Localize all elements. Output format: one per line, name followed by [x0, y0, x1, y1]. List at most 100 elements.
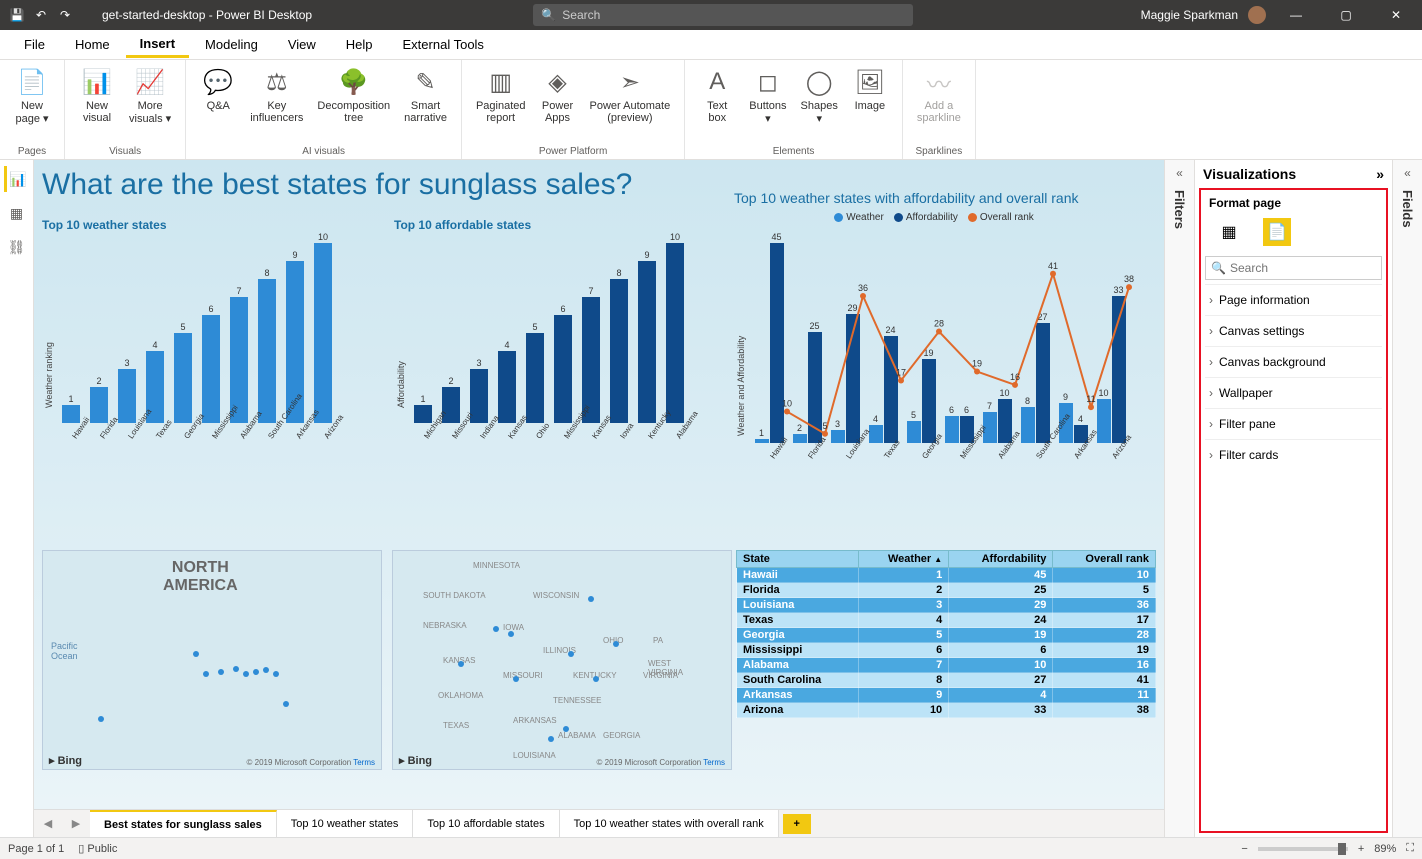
ribbon-icon: ◈	[542, 66, 574, 98]
page-next[interactable]: ▶	[62, 817, 90, 830]
map-north-america[interactable]: NORTH AMERICA Pacific Ocean ▸ Bing © 201…	[42, 550, 382, 770]
report-canvas[interactable]: What are the best states for sunglass sa…	[34, 160, 1164, 809]
bing-logo-2: ▸ Bing	[399, 754, 432, 767]
bar-col: 5Georgia	[172, 322, 194, 436]
sensitivity-label[interactable]: ▯ Public	[78, 842, 117, 855]
page-tab-strip: ◀ ▶ Best states for sunglass salesTop 10…	[34, 809, 1164, 837]
page-tab[interactable]: Top 10 affordable states	[413, 810, 559, 837]
page-format-icon[interactable]: 📄	[1263, 218, 1291, 246]
user-name[interactable]: Maggie Sparkman	[1141, 8, 1238, 22]
ribbon-text[interactable]: AText box	[693, 64, 741, 126]
table-row[interactable]: Georgia51928	[737, 628, 1156, 643]
format-section-canvas-background[interactable]: › Canvas background	[1205, 346, 1382, 377]
bar-col: 9Kentucky	[636, 250, 658, 436]
report-format-icon[interactable]: ▦	[1215, 218, 1243, 246]
expand-fields-icon[interactable]: «	[1404, 166, 1411, 180]
ribbon-icon: ◻	[752, 66, 784, 98]
chart-combo[interactable]: Weather and Affordability 10536172819164…	[734, 236, 1164, 456]
menu-insert[interactable]: Insert	[126, 32, 189, 58]
format-section-canvas-settings[interactable]: › Canvas settings	[1205, 315, 1382, 346]
ribbon-shapes[interactable]: ◯Shapes ▾	[795, 64, 844, 127]
maximize-button[interactable]: ▢	[1326, 0, 1366, 30]
zoom-in[interactable]: +	[1358, 843, 1364, 855]
table-row[interactable]: Alabama71016	[737, 658, 1156, 673]
zoom-level[interactable]: 89%	[1374, 843, 1396, 855]
page-tab[interactable]: Top 10 weather states with overall rank	[560, 810, 779, 837]
state-table[interactable]: StateWeather ▲AffordabilityOverall rankH…	[736, 550, 1156, 718]
menu-view[interactable]: View	[274, 33, 330, 56]
table-row[interactable]: Arizona103338	[737, 703, 1156, 718]
chart-weather-states[interactable]: Top 10 weather states Weather ranking 1H…	[42, 218, 372, 436]
menu-help[interactable]: Help	[332, 33, 387, 56]
ribbon-icon: ✎	[410, 66, 442, 98]
combo-col: 827South Carolina	[1018, 312, 1052, 456]
filters-pane-collapsed[interactable]: « Filters	[1164, 160, 1194, 837]
ribbon-decomposition[interactable]: 🌳Decomposition tree	[311, 64, 396, 126]
close-button[interactable]: ✕	[1376, 0, 1416, 30]
user-avatar[interactable]	[1248, 6, 1266, 24]
fit-to-page-icon[interactable]: ⛶	[1406, 842, 1414, 855]
ribbon-smart[interactable]: ✎Smart narrative	[398, 64, 453, 126]
page-tab[interactable]: Best states for sunglass sales	[90, 810, 277, 837]
chevron-right-icon: ›	[1209, 355, 1213, 369]
menu-modeling[interactable]: Modeling	[191, 33, 272, 56]
svg-text:36: 36	[858, 283, 868, 293]
search-icon: 🔍	[1211, 261, 1226, 275]
combo-col: 710Alabama	[980, 388, 1014, 456]
ribbon-key[interactable]: ⚖Key influencers	[244, 64, 309, 126]
save-icon[interactable]: 💾	[8, 6, 26, 24]
table-row[interactable]: Hawaii14510	[737, 568, 1156, 583]
table-row[interactable]: Mississippi6619	[737, 643, 1156, 658]
page-indicator: Page 1 of 1	[8, 843, 64, 855]
menu-file[interactable]: File	[10, 33, 59, 56]
ribbon-icon: 🖼	[854, 66, 886, 98]
collapse-viz-icon[interactable]: »	[1376, 166, 1384, 182]
map-us-states[interactable]: MINNESOTA SOUTH DAKOTA WISCONSIN NEBRASK…	[392, 550, 732, 770]
ribbon-power-automate[interactable]: ➣Power Automate (preview)	[584, 64, 677, 126]
ribbon-icon: A	[701, 66, 733, 98]
chart2-title: Top 10 affordable states	[394, 218, 724, 232]
ribbon-power[interactable]: ◈Power Apps	[534, 64, 582, 126]
ribbon-more[interactable]: 📈More visuals ▾	[123, 64, 177, 127]
menu-home[interactable]: Home	[61, 33, 124, 56]
format-search-input[interactable]	[1205, 256, 1382, 280]
combo-legend: Weather Affordability Overall rank	[734, 212, 1134, 223]
format-section-page-information[interactable]: › Page information	[1205, 284, 1382, 315]
ribbon-paginated[interactable]: ▥Paginated report	[470, 64, 532, 126]
format-section-filter-cards[interactable]: › Filter cards	[1205, 439, 1382, 470]
ribbon-new[interactable]: 📊New visual	[73, 64, 121, 126]
expand-filters-icon[interactable]: «	[1176, 166, 1183, 180]
format-section-wallpaper[interactable]: › Wallpaper	[1205, 377, 1382, 408]
bar-col: 1Michigan	[412, 394, 434, 436]
svg-text:41: 41	[1048, 261, 1058, 271]
zoom-out[interactable]: −	[1241, 843, 1247, 855]
minimize-button[interactable]: —	[1276, 0, 1316, 30]
ribbon-new[interactable]: 📄New page ▾	[8, 64, 56, 127]
ribbon-buttons[interactable]: ◻Buttons ▾	[743, 64, 792, 127]
fields-pane-collapsed[interactable]: « Fields	[1392, 160, 1422, 837]
undo-icon[interactable]: ↶	[32, 6, 50, 24]
model-view-icon[interactable]: ⛓	[4, 234, 30, 260]
chart-affordable-states[interactable]: Top 10 affordable states Affordability 1…	[394, 218, 724, 436]
global-search[interactable]: 🔍 Search	[533, 4, 913, 26]
ribbon-q-a[interactable]: 💬Q&A	[194, 64, 242, 114]
redo-icon[interactable]: ↷	[56, 6, 74, 24]
table-row[interactable]: South Carolina82741	[737, 673, 1156, 688]
table-row[interactable]: Texas42417	[737, 613, 1156, 628]
page-tab[interactable]: Top 10 weather states	[277, 810, 414, 837]
table-row[interactable]: Arkansas9411	[737, 688, 1156, 703]
zoom-slider[interactable]	[1258, 847, 1348, 851]
table-row[interactable]: Louisiana32936	[737, 598, 1156, 613]
window-title: get-started-desktop - Power BI Desktop	[102, 8, 312, 22]
combo-col: 424Texas	[866, 325, 900, 456]
data-view-icon[interactable]: ▦	[4, 200, 30, 226]
ribbon-icon: ➣	[614, 66, 646, 98]
format-section-filter-pane[interactable]: › Filter pane	[1205, 408, 1382, 439]
menu-external-tools[interactable]: External Tools	[389, 33, 498, 56]
add-page-button[interactable]: +	[783, 814, 811, 834]
ribbon-image[interactable]: 🖼Image	[846, 64, 894, 114]
report-view-icon[interactable]: 📊	[4, 166, 30, 192]
table-row[interactable]: Florida2255	[737, 583, 1156, 598]
page-prev[interactable]: ◀	[34, 817, 62, 830]
ribbon: 📄New page ▾Pages📊New visual📈More visuals…	[0, 60, 1422, 160]
